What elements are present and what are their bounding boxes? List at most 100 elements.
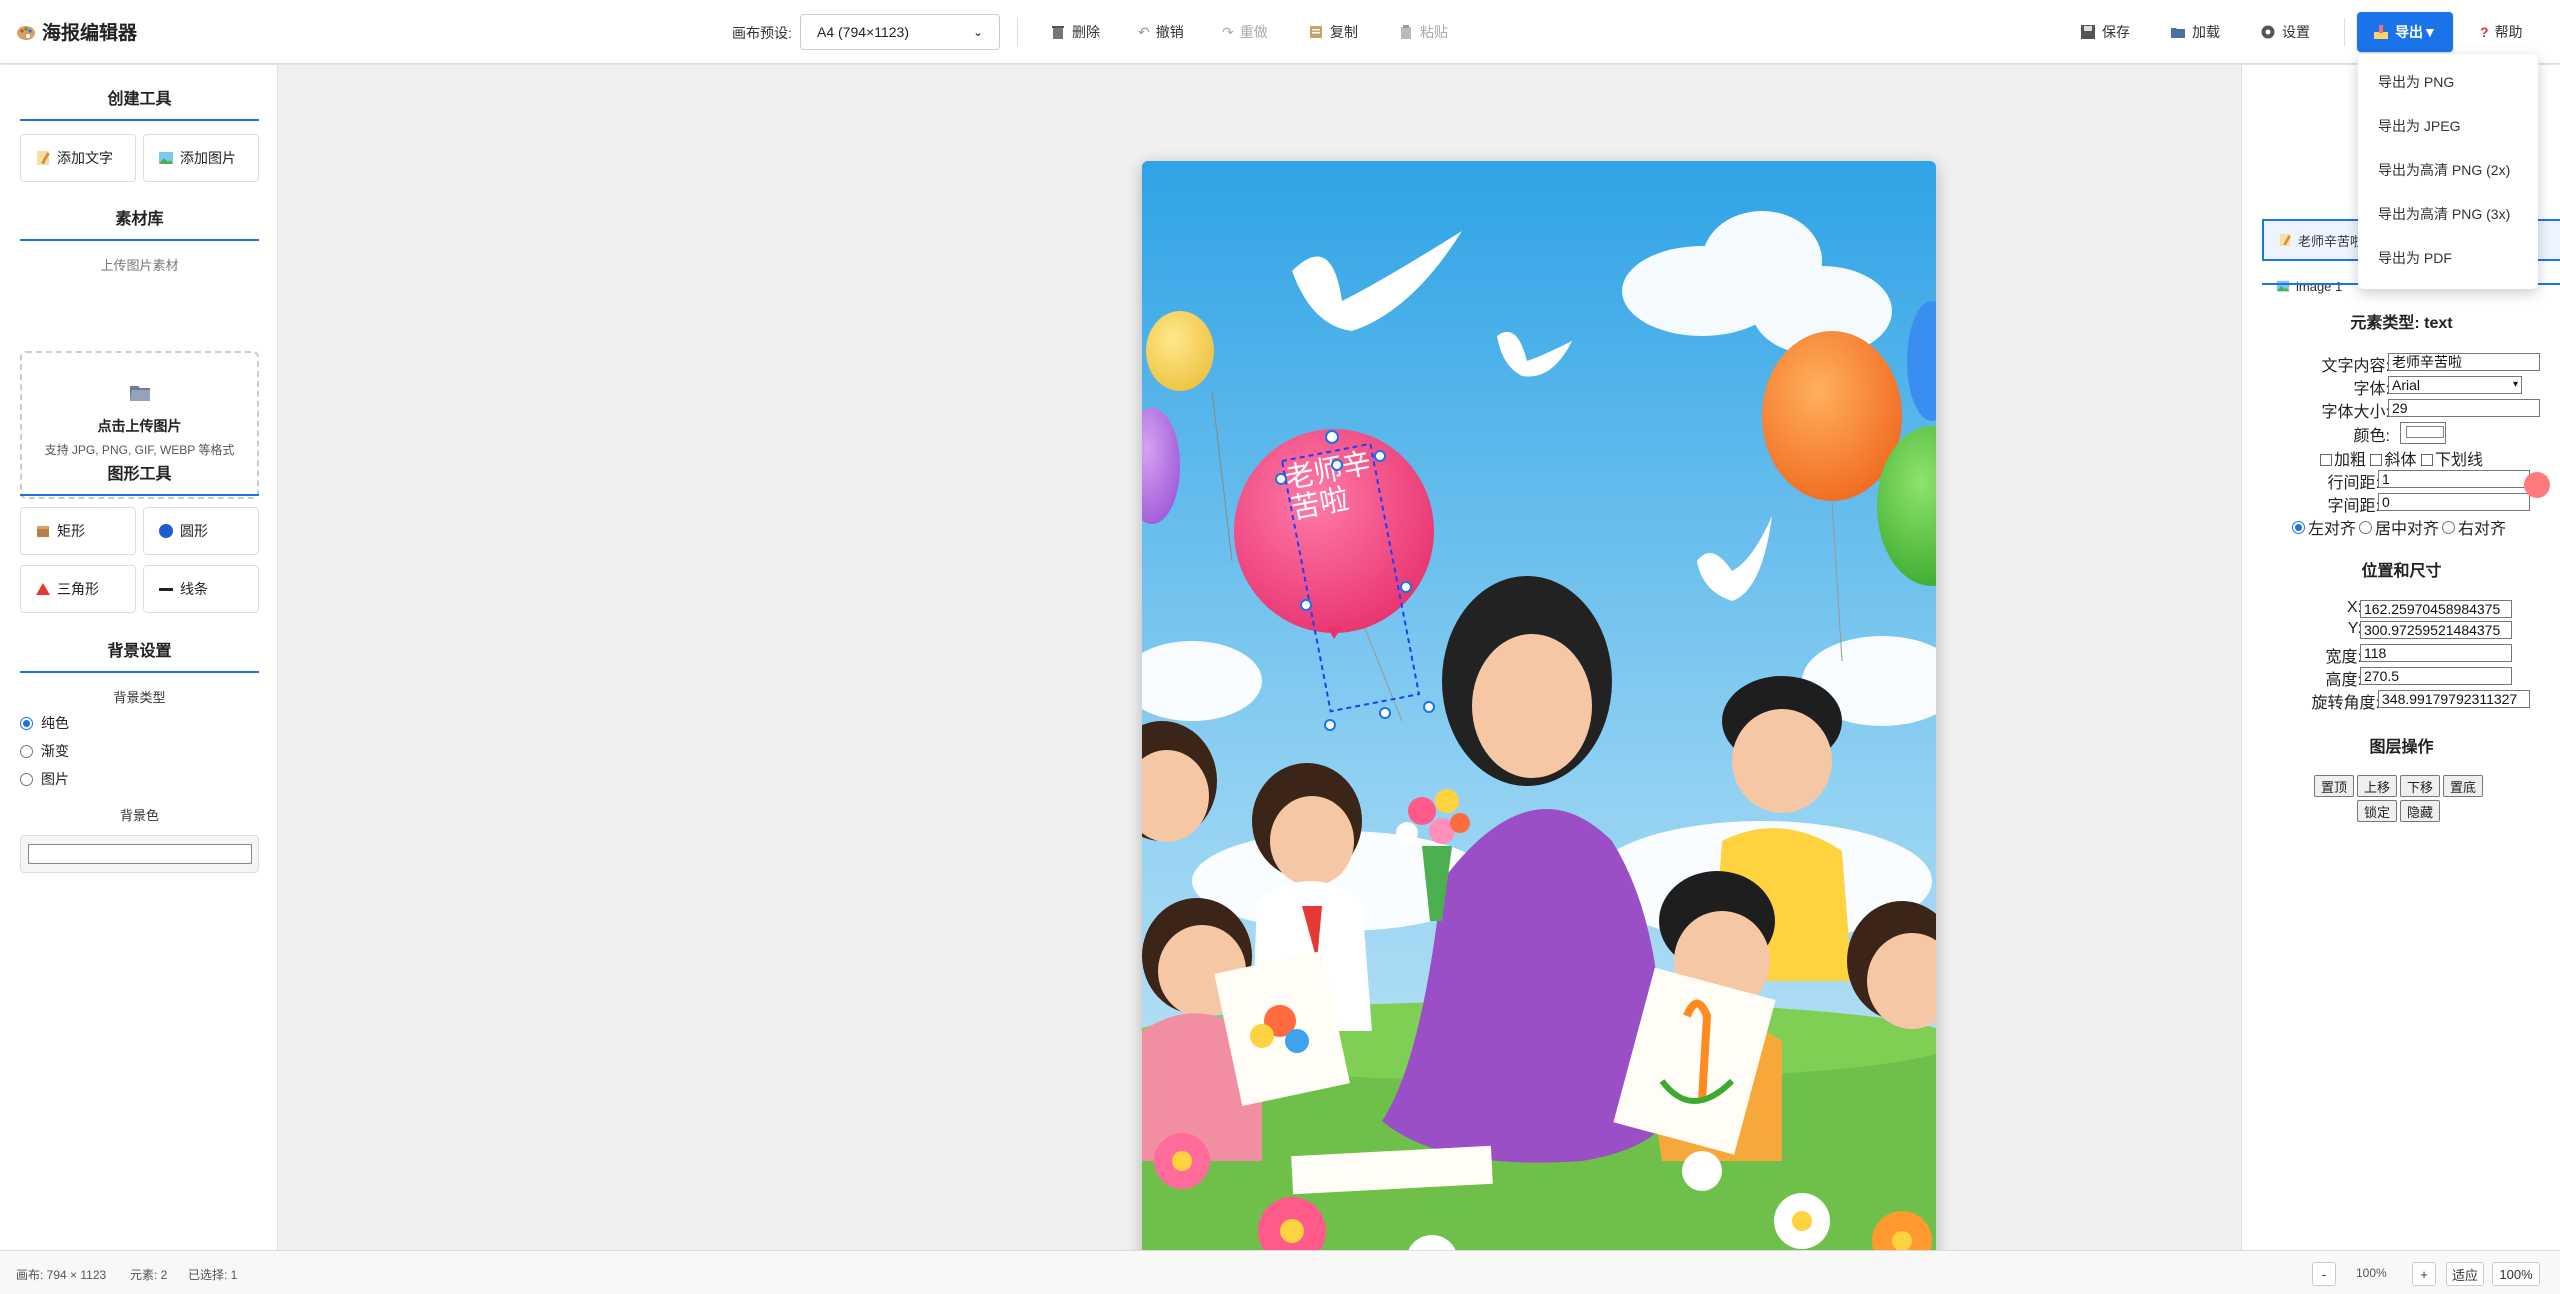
y-input[interactable]: 300.97259521484375 [2360,621,2512,639]
copy-button[interactable]: 复制 [1308,20,1358,44]
font-label: 字体: [2353,381,2390,398]
bg-image-option[interactable]: 图片 [20,769,69,789]
red-triangle-icon [36,583,50,595]
letter-spacing-input[interactable]: 0 [2378,493,2530,511]
library-title: 素材库 [20,205,259,241]
radio-unchecked[interactable] [20,744,33,758]
text-content-label: 文字内容: [2321,358,2390,375]
export-png-2x-item[interactable]: 导出为高清 PNG (2x) [2378,160,2510,180]
save-button[interactable]: 保存 [2080,20,2130,44]
copy-label: 复制 [1330,24,1358,40]
floating-assistant-icon[interactable] [2524,472,2550,498]
help-button[interactable]: ? 帮助 [2480,20,2523,44]
undo-icon: ↶ [1138,23,1150,40]
lock-button[interactable]: 锁定 [2357,800,2397,822]
fit-button[interactable]: 适应 [2446,1262,2484,1286]
status-bar: 画布: 794 × 1123 元素: 2 已选择: 1 - 100% + 适应 … [0,1250,2560,1294]
align-left-radio[interactable] [2292,520,2305,534]
width-label: 宽度: [2325,649,2362,666]
font-value: Arial [2392,377,2421,393]
add-image-button[interactable]: 添加图片 [143,134,259,182]
paste-icon [1401,25,1411,39]
height-label: 高度: [2325,672,2362,689]
bold-checkbox[interactable] [2320,454,2332,466]
load-button[interactable]: 加载 [2170,20,2220,44]
align-center-radio[interactable] [2359,520,2373,534]
move-up-button[interactable]: 上移 [2357,775,2397,797]
underline-checkbox[interactable] [2420,454,2433,466]
delete-label: 删除 [1072,24,1100,40]
poster-image[interactable]: 老师辛苦啦 [1142,161,1936,1284]
zoom-in-button[interactable]: + [2412,1262,2436,1286]
hide-button[interactable]: 隐藏 [2400,800,2440,822]
line-button[interactable]: 线条 [143,565,259,613]
toolbar-divider [1017,18,1018,46]
circle-button[interactable]: 圆形 [143,507,259,555]
font-size-input[interactable]: 29 [2388,399,2540,417]
text-style-row: 加粗 斜体 下划线 [2320,446,2483,470]
export-dropdown-menu: 导出为 PNG 导出为 JPEG 导出为高清 PNG (2x) 导出为高清 PN… [2358,54,2538,289]
align-right-radio[interactable] [2442,520,2456,534]
delete-button[interactable]: 删除 [1050,20,1100,44]
save-icon [2081,25,2095,39]
bg-color-picker[interactable] [20,835,259,873]
upload-hint: 支持 JPG, PNG, GIF, WEBP 等格式 [44,443,235,457]
add-text-button[interactable]: 添加文字 [20,134,136,182]
box-icon [37,526,49,537]
zoom-out-button[interactable]: - [2312,1262,2336,1286]
letter-spacing-label: 字间距: [2327,498,2380,515]
zoom-100-button[interactable]: 100% [2492,1262,2540,1286]
chevron-down-icon: ⌄ [972,25,983,39]
rotation-input[interactable]: 348.99179792311327 [2378,690,2530,708]
export-png-3x-item[interactable]: 导出为高清 PNG (3x) [2378,204,2510,224]
export-png-item[interactable]: 导出为 PNG [2378,72,2454,92]
palette-icon [17,25,35,40]
redo-button[interactable]: ↷ 重做 [1222,20,1268,44]
text-content-input[interactable]: 老师辛苦啦 [2388,353,2540,371]
color-swatch[interactable] [2406,426,2444,438]
width-input[interactable]: 118 [2360,644,2512,662]
export-button[interactable]: 导出▼ [2357,12,2453,52]
bg-solid-label: 纯色 [41,715,69,731]
export-pdf-item[interactable]: 导出为 PDF [2378,248,2452,268]
line-height-label: 行间距: [2327,475,2380,492]
circle-label: 圆形 [180,523,208,539]
font-select[interactable]: Arial ▾ [2388,376,2522,394]
align-center-label: 居中对齐 [2375,521,2440,538]
bg-color-swatch[interactable] [28,844,252,864]
toolbar-divider [2344,18,2345,46]
x-input[interactable]: 162.25970458984375 [2360,600,2512,618]
paste-button[interactable]: 粘贴 [1398,20,1448,44]
rotation-label: 旋转角度: [2311,695,2380,712]
bring-to-front-button[interactable]: 置顶 [2314,775,2354,797]
text-color-picker[interactable] [2400,422,2446,444]
bg-settings-title: 背景设置 [20,637,259,673]
move-down-button[interactable]: 下移 [2400,775,2440,797]
radio-unchecked[interactable] [20,772,33,786]
align-left-label: 左对齐 [2308,521,2357,538]
picture-icon [159,152,173,164]
rect-button[interactable]: 矩形 [20,507,136,555]
bg-type-label: 背景类型 [113,690,166,705]
bg-solid-option[interactable]: 纯色 [20,713,69,733]
canvas-preset-select[interactable]: A4 (794×1123) ⌄ [800,14,1000,50]
triangle-button[interactable]: 三角形 [20,565,136,613]
bg-color-label: 背景色 [119,808,159,823]
create-tools-title: 创建工具 [20,85,259,121]
undo-button[interactable]: ↶ 撤销 [1138,20,1184,44]
radio-checked[interactable] [20,716,33,730]
blue-circle-icon [159,524,173,538]
poster-canvas[interactable]: 老师辛苦啦 [1142,161,1936,1284]
add-image-label: 添加图片 [180,150,236,166]
trash-icon [1052,26,1064,39]
picture-icon [2276,280,2290,292]
line-height-input[interactable]: 1 [2378,470,2530,488]
settings-button[interactable]: 设置 [2260,20,2310,44]
height-input[interactable]: 270.5 [2360,667,2512,685]
bg-gradient-option[interactable]: 渐变 [20,741,69,761]
export-jpeg-item[interactable]: 导出为 JPEG [2378,116,2460,136]
italic-checkbox[interactable] [2370,454,2383,466]
minus-icon [159,588,173,591]
send-to-back-button[interactable]: 置底 [2443,775,2483,797]
add-text-label: 添加文字 [57,150,113,166]
